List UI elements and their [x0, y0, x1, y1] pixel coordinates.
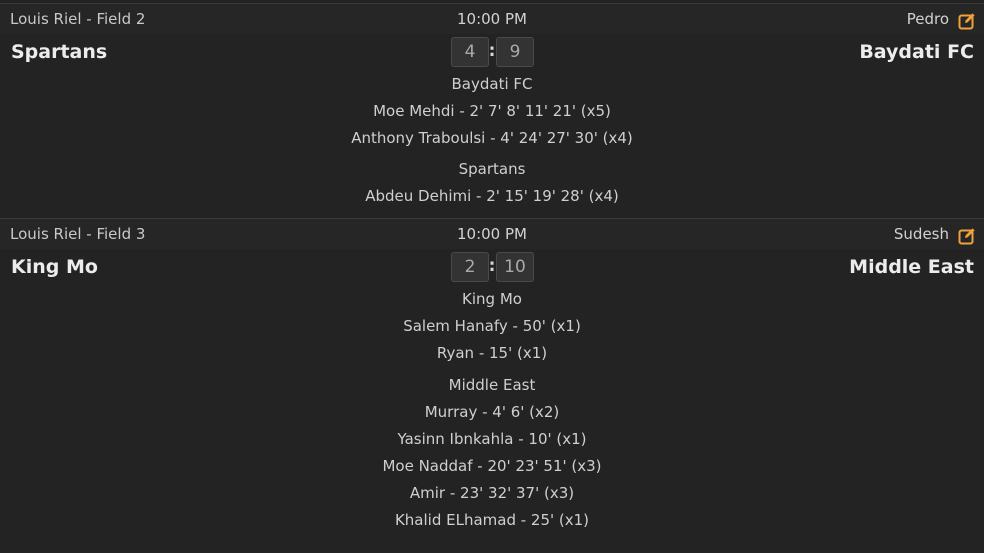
away-score[interactable]: 9 — [496, 37, 534, 67]
match-header: Louis Riel - Field 2 10:00 PM Pedro — [0, 4, 984, 34]
scorer-entry: Salem Hanafy - 50' (x1) — [403, 317, 581, 335]
away-team-name: Baydati FC — [859, 41, 974, 63]
home-team-name: Spartans — [11, 41, 108, 63]
match-card: Louis Riel - Field 3 10:00 PM Sudesh Kin… — [0, 218, 984, 553]
referee-name: Pedro — [906, 10, 949, 28]
edit-icon[interactable] — [958, 227, 976, 245]
scorer-entry: Anthony Traboulsi - 4' 24' 27' 30' (x4) — [351, 129, 633, 147]
match-time: 10:00 PM — [457, 225, 527, 243]
score-separator: : — [488, 256, 496, 276]
scorer-team-heading: Middle East — [448, 376, 536, 394]
scorer-entry: Yasinn Ibnkahla - 10' (x1) — [397, 430, 587, 448]
scorer-entry: Murray - 4' 6' (x2) — [424, 403, 560, 421]
scorer-team-heading: King Mo — [462, 290, 522, 308]
scorer-entry: Khalid ELhamad - 25' (x1) — [394, 511, 590, 529]
score-separator: : — [488, 41, 496, 61]
scorer-entry: Abdeu Dehimi - 2' 15' 19' 28' (x4) — [365, 187, 619, 205]
away-score[interactable]: 10 — [496, 252, 534, 282]
edit-icon[interactable] — [958, 12, 976, 30]
away-team-name: Middle East — [849, 256, 974, 278]
home-score[interactable]: 4 — [451, 37, 489, 67]
scorer-team-heading: Baydati FC — [451, 75, 533, 93]
home-team-name: King Mo — [11, 256, 98, 278]
scorer-entry: Moe Mehdi - 2' 7' 8' 11' 21' (x5) — [373, 102, 611, 120]
scorer-entry: Amir - 23' 32' 37' (x3) — [409, 484, 575, 502]
scorer-team-heading: Spartans — [458, 160, 526, 178]
referee-name: Sudesh — [893, 225, 949, 243]
match-header: Louis Riel - Field 3 10:00 PM Sudesh — [0, 219, 984, 249]
scorer-entry: Ryan - 15' (x1) — [436, 344, 548, 362]
home-score[interactable]: 2 — [451, 252, 489, 282]
scorer-entry: Moe Naddaf - 20' 23' 51' (x3) — [382, 457, 602, 475]
match-card: Louis Riel - Field 2 10:00 PM Pedro Spar… — [0, 3, 984, 216]
match-time: 10:00 PM — [457, 10, 527, 28]
